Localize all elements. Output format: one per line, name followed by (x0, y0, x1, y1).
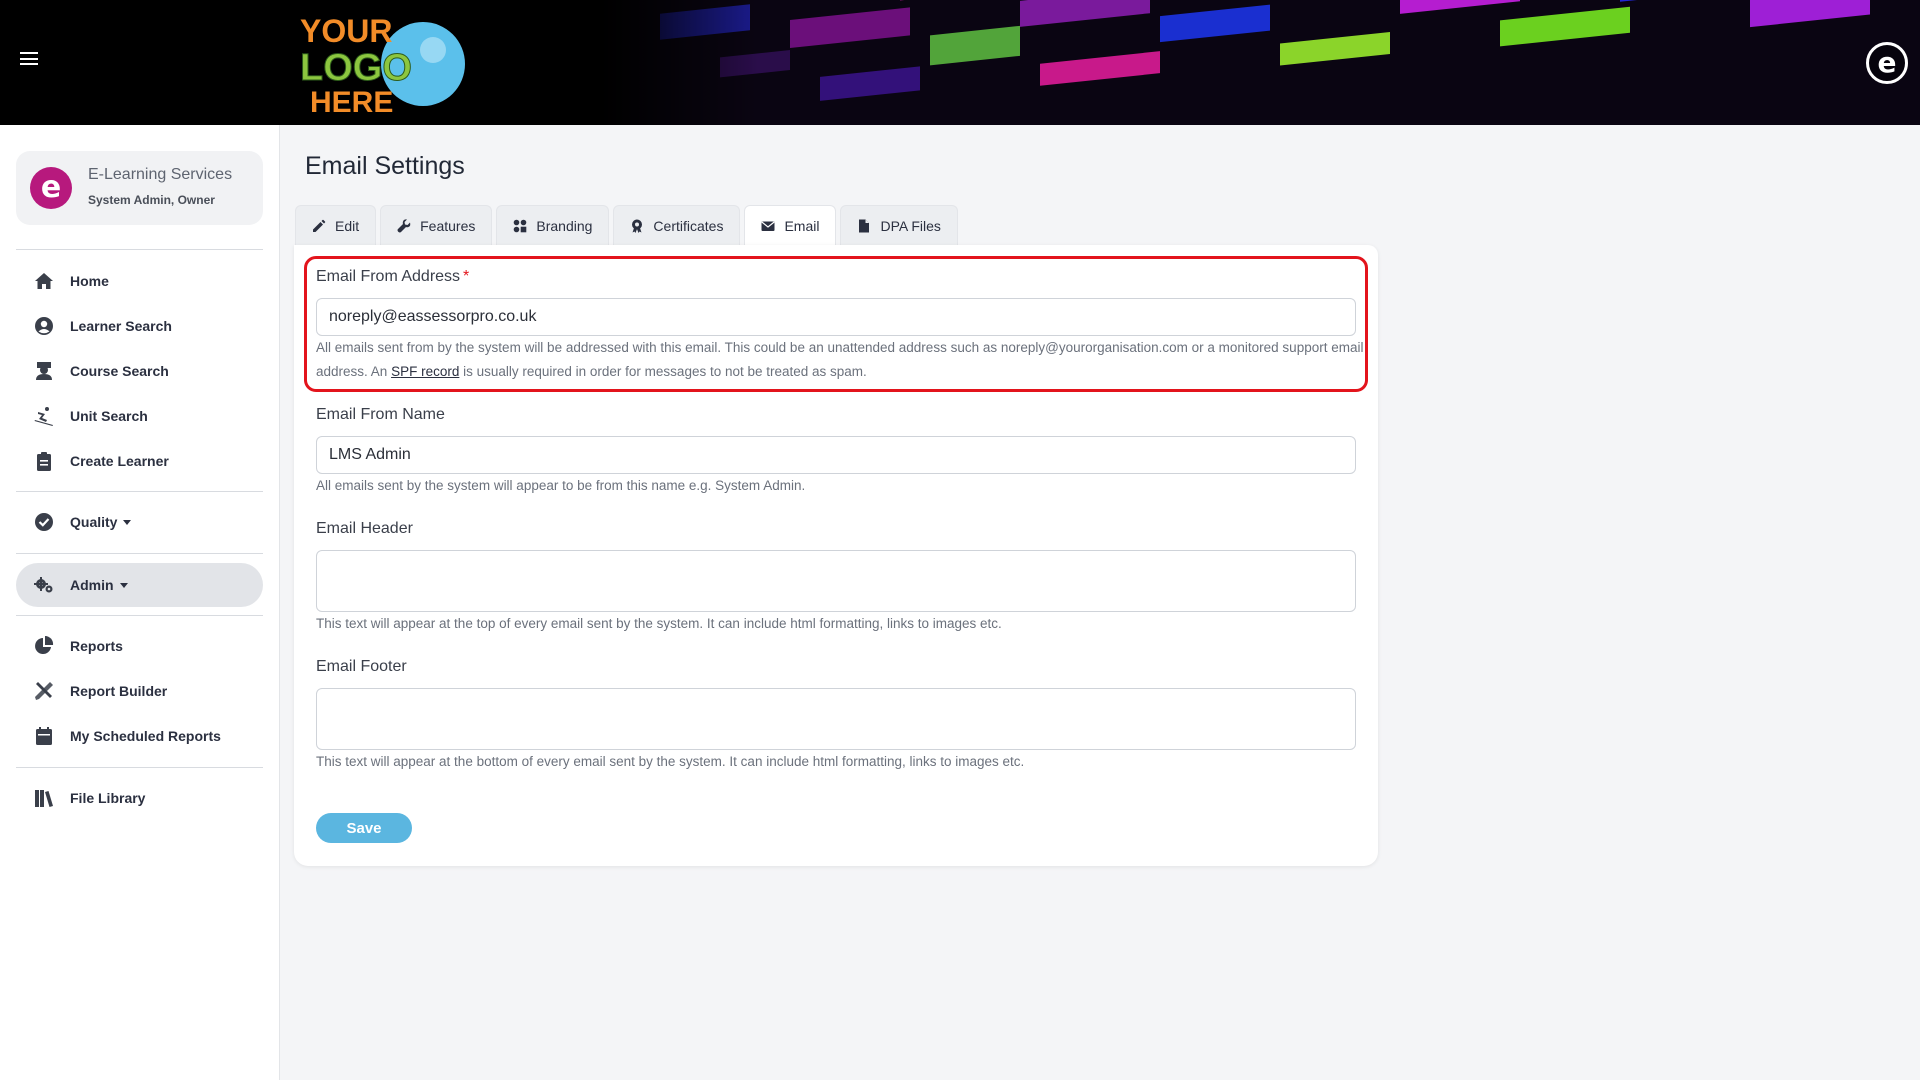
from-address-help: All emails sent from by the system will … (316, 336, 1366, 384)
sidebar-item-label: Learner Search (70, 318, 172, 334)
sidebar-item-label: Create Learner (70, 453, 169, 469)
sidebar-item-create-learner[interactable]: Create Learner (16, 441, 263, 481)
sidebar-item-reports[interactable]: Reports (16, 626, 263, 666)
user-circle-icon (34, 316, 54, 336)
chevron-down-icon (123, 519, 132, 525)
chevron-down-icon (119, 582, 128, 588)
user-role: System Admin, Owner (88, 193, 215, 207)
skiing-icon (34, 406, 54, 426)
tab-edit[interactable]: Edit (295, 205, 377, 245)
sidebar-item-label: Report Builder (70, 683, 168, 699)
logo-line-2: LOGO (300, 47, 412, 89)
wrench-icon (397, 218, 411, 232)
sidebar-divider (16, 553, 263, 554)
sidebar-divider (16, 767, 263, 768)
header-banner-image (600, 0, 1920, 125)
profile-card[interactable]: e E-Learning Services System Admin, Owne… (16, 151, 263, 225)
palette-icon (514, 219, 527, 232)
file-icon (859, 219, 870, 232)
sidebar-item-label: Reports (70, 638, 123, 654)
sidebar-item-admin[interactable]: Admin (16, 563, 263, 607)
tab-email[interactable]: Email (744, 205, 837, 245)
tab-branding[interactable]: Branding (496, 205, 610, 245)
tab-features[interactable]: Features (380, 205, 493, 245)
logo-line-1: YOUR (300, 13, 392, 49)
email-header-help: This text will appear at the top of ever… (316, 616, 1002, 631)
sidebar-item-label: Home (70, 273, 109, 289)
sidebar-item-label: File Library (70, 790, 146, 806)
logo-line-3: HERE (310, 86, 393, 117)
save-button[interactable]: Save (316, 813, 412, 843)
spf-record-link[interactable]: SPF record (391, 364, 459, 379)
sidebar-item-label: Quality (70, 514, 118, 530)
sidebar-item-my-scheduled-reports[interactable]: My Scheduled Reports (16, 716, 263, 756)
page-title: Email Settings (305, 152, 465, 180)
brand-e-logo[interactable]: e (1866, 42, 1908, 84)
settings-tabs: Edit Features Branding Certificates Emai… (295, 205, 962, 245)
pie-chart-icon (34, 636, 54, 656)
email-header-label: Email Header (316, 520, 413, 537)
clipboard-icon (34, 451, 54, 471)
email-footer-help: This text will appear at the bottom of e… (316, 754, 1025, 769)
tab-label: Certificates (653, 217, 724, 234)
tools-icon (34, 681, 54, 701)
sidebar-divider (16, 249, 263, 250)
sidebar-item-quality[interactable]: Quality (16, 502, 263, 542)
sidebar-item-label: Admin (70, 577, 114, 593)
calendar-icon (34, 726, 54, 746)
envelope-icon (761, 221, 776, 231)
check-circle-icon (34, 512, 54, 532)
from-address-input[interactable] (316, 298, 1356, 336)
tab-label: Features (420, 217, 476, 234)
tab-certificates[interactable]: Certificates (613, 205, 741, 245)
from-address-label-text: Email From Address (316, 268, 461, 285)
tab-dpa-files[interactable]: DPA Files (840, 205, 958, 245)
sidebar-item-learner-search[interactable]: Learner Search (16, 306, 263, 346)
sidebar-item-label: Unit Search (70, 408, 148, 424)
email-footer-textarea[interactable] (316, 688, 1356, 750)
home-icon (34, 271, 54, 291)
from-name-input[interactable] (316, 436, 1356, 474)
sidebar-item-course-search[interactable]: Course Search (16, 351, 263, 391)
email-header-textarea[interactable] (316, 550, 1356, 612)
sidebar-item-label: My Scheduled Reports (70, 728, 221, 744)
from-address-help-text-end: is usually required in order for message… (459, 364, 867, 379)
sidebar: e E-Learning Services System Admin, Owne… (0, 125, 280, 1080)
sidebar-item-report-builder[interactable]: Report Builder (16, 671, 263, 711)
sidebar-item-label: Course Search (70, 363, 169, 379)
certificate-icon (632, 219, 643, 233)
from-name-help: All emails sent by the system will appea… (316, 478, 806, 493)
from-address-label: Email From Address * (316, 268, 469, 286)
organisation-name: E-Learning Services (88, 166, 233, 183)
required-marker: * (463, 268, 470, 285)
tab-label: Branding (536, 217, 593, 234)
email-footer-label: Email Footer (316, 658, 407, 675)
tab-label: DPA Files (880, 217, 941, 234)
sidebar-item-file-library[interactable]: File Library (16, 778, 263, 818)
from-name-label: Email From Name (316, 406, 445, 423)
sidebar-divider (16, 491, 263, 492)
top-header: YOUR LOGO HERE e (0, 0, 1920, 125)
tab-label: Edit (335, 217, 360, 234)
books-icon (34, 788, 54, 808)
tab-label: Email (784, 217, 820, 234)
company-logo[interactable]: YOUR LOGO HERE (298, 12, 468, 117)
sidebar-item-unit-search[interactable]: Unit Search (16, 396, 263, 436)
hamburger-icon[interactable] (20, 52, 38, 66)
sidebar-item-home[interactable]: Home (16, 261, 263, 301)
pencil-icon (313, 219, 326, 232)
sidebar-divider (16, 615, 263, 616)
organisation-avatar: e (30, 167, 72, 209)
cogs-icon (34, 575, 54, 595)
graduate-icon (34, 361, 54, 381)
